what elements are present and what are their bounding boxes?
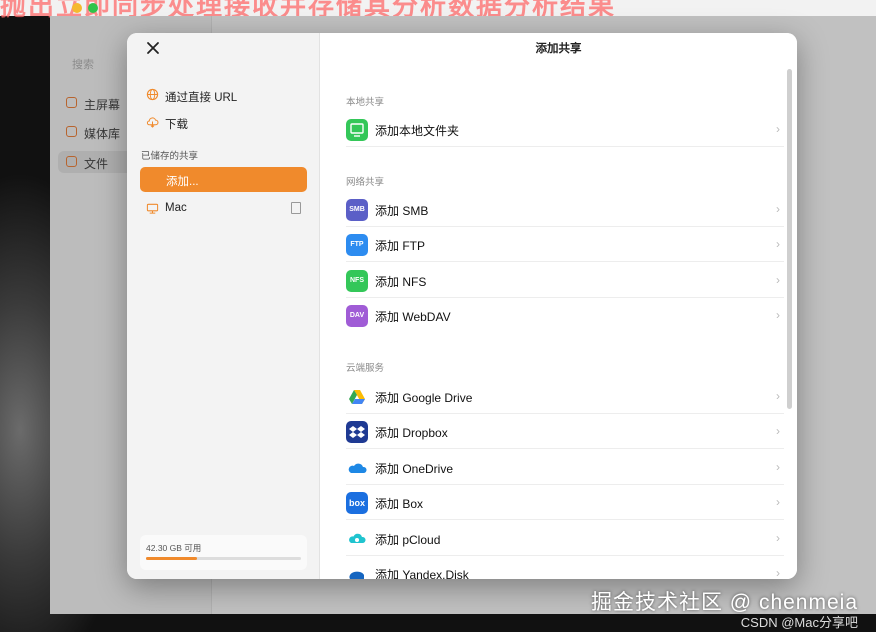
- add-webdav-row[interactable]: DAV 添加 WebDAV ›: [346, 298, 784, 333]
- dropbox-icon: [346, 421, 368, 443]
- google-drive-icon: [346, 386, 368, 408]
- row-label: 添加本地文件夹: [375, 124, 460, 138]
- yandex-disk-icon: [346, 563, 368, 579]
- storage-indicator: 42.30 GB 可用: [140, 535, 307, 570]
- nfs-icon: NFS: [346, 270, 368, 292]
- smb-icon: SMB: [346, 199, 368, 221]
- section-heading: 本地共享: [346, 97, 385, 108]
- row-label: 添加 SMB: [375, 204, 429, 218]
- top-strip: 抛出立即同步处理接收并存储其分析数据分析结果: [0, 0, 876, 21]
- section-heading: 云端服务: [346, 363, 385, 374]
- add-share-dialog: 通过直接 URL 下载 已储存的共享 添加... Mac 42.30 GB 可用…: [127, 33, 797, 579]
- storage-progress-fill: [146, 557, 198, 560]
- chevron-right-icon: ›: [776, 424, 780, 438]
- zoom-window-button[interactable]: [88, 3, 98, 13]
- onedrive-icon: [346, 457, 368, 479]
- minimize-window-button[interactable]: [72, 3, 82, 13]
- add-yandex-disk-row[interactable]: 添加 Yandex.Disk ›: [346, 556, 784, 579]
- chevron-right-icon: ›: [776, 273, 780, 287]
- dialog-main: 添加共享 本地共享 添加本地文件夹 › 网络共享 SMB 添加 SMB › FT…: [320, 33, 797, 579]
- pcloud-icon: [346, 528, 368, 550]
- saved-share-mac[interactable]: Mac: [141, 198, 307, 220]
- add-smb-row[interactable]: SMB 添加 SMB ›: [346, 192, 784, 227]
- sidebar-item-download[interactable]: 下载: [141, 112, 307, 134]
- row-label: 添加 FTP: [375, 239, 425, 253]
- section-heading: 网络共享: [346, 177, 385, 188]
- sidebar-item-label: 通过直接 URL: [165, 92, 238, 104]
- add-nfs-row[interactable]: NFS 添加 NFS ›: [346, 263, 784, 298]
- chevron-right-icon: ›: [776, 389, 780, 403]
- add-onedrive-row[interactable]: 添加 OneDrive ›: [346, 450, 784, 485]
- add-dropbox-row[interactable]: 添加 Dropbox ›: [346, 414, 784, 449]
- add-share-button[interactable]: 添加...: [140, 167, 307, 192]
- add-local-folder-row[interactable]: 添加本地文件夹 ›: [346, 112, 784, 147]
- sidebar-item-direct-url[interactable]: 通过直接 URL: [141, 85, 307, 107]
- close-icon: [147, 42, 159, 54]
- chevron-right-icon: ›: [776, 237, 780, 251]
- watermark-sub: CSDN @Mac分享吧: [740, 615, 858, 630]
- computer-icon: [146, 203, 159, 214]
- sidebar-item-label: 下载: [165, 119, 188, 131]
- scrollbar[interactable]: [787, 69, 792, 409]
- row-label: 添加 Yandex.Disk: [375, 568, 469, 579]
- row-label: 添加 WebDAV: [375, 310, 451, 324]
- dialog-sidebar: 通过直接 URL 下载 已储存的共享 添加... Mac 42.30 GB 可用: [127, 33, 320, 579]
- cloud-download-icon: [146, 117, 159, 128]
- chevron-right-icon: ›: [776, 531, 780, 545]
- close-button[interactable]: [144, 39, 162, 57]
- box-icon: box: [346, 492, 368, 514]
- trash-icon[interactable]: [291, 202, 301, 214]
- storage-progress-bar: [146, 557, 301, 560]
- add-pcloud-row[interactable]: 添加 pCloud ›: [346, 521, 784, 556]
- chevron-right-icon: ›: [776, 460, 780, 474]
- saved-share-label: Mac: [165, 202, 187, 214]
- add-ftp-row[interactable]: FTP 添加 FTP ›: [346, 227, 784, 262]
- row-label: 添加 Box: [375, 497, 424, 511]
- row-label: 添加 OneDrive: [375, 462, 454, 476]
- webdav-icon: DAV: [346, 305, 368, 327]
- row-label: 添加 Dropbox: [375, 426, 448, 440]
- storage-available-text: 42.30 GB 可用: [146, 543, 202, 553]
- row-label: 添加 NFS: [375, 275, 427, 289]
- chevron-right-icon: ›: [776, 566, 780, 579]
- chevron-right-icon: ›: [776, 308, 780, 322]
- dialog-title: 添加共享: [535, 43, 582, 55]
- row-label: 添加 Google Drive: [375, 391, 473, 405]
- add-google-drive-row[interactable]: 添加 Google Drive ›: [346, 379, 784, 414]
- row-label: 添加 pCloud: [375, 533, 441, 547]
- chevron-right-icon: ›: [776, 202, 780, 216]
- add-box-row[interactable]: box 添加 Box ›: [346, 485, 784, 520]
- local-folder-icon: [346, 119, 368, 141]
- globe-icon: [146, 88, 159, 101]
- ftp-icon: FTP: [346, 234, 368, 256]
- saved-shares-heading: 已储存的共享: [141, 151, 199, 162]
- chevron-right-icon: ›: [776, 495, 780, 509]
- chevron-right-icon: ›: [776, 122, 780, 136]
